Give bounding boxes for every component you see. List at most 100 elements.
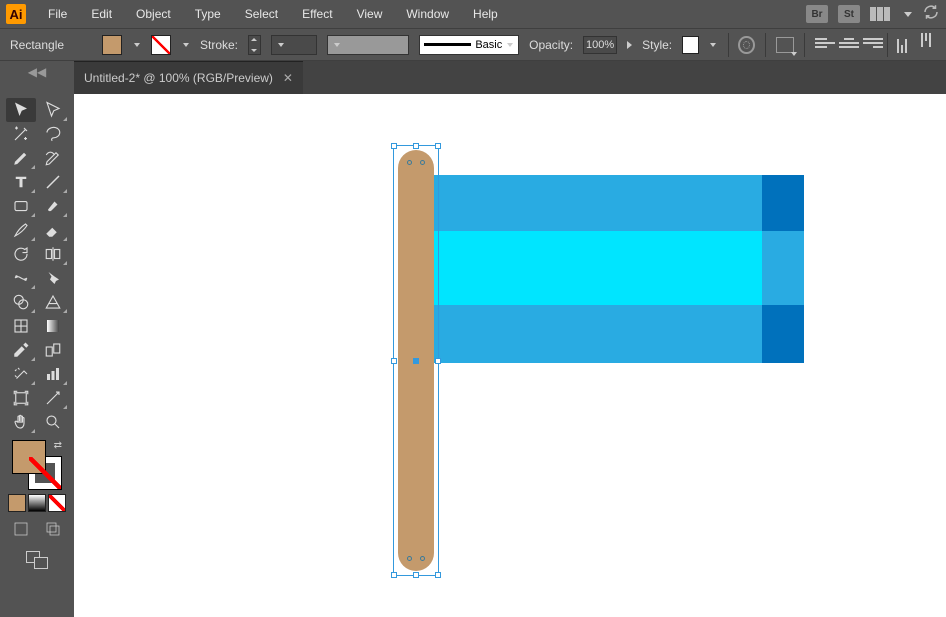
document-tab-title: Untitled-2* @ 100% (RGB/Preview) [84, 71, 273, 85]
draw-normal-icon[interactable] [12, 520, 30, 541]
flag-stripe-middle[interactable] [434, 231, 802, 305]
close-tab-icon[interactable]: ✕ [283, 71, 293, 85]
menu-type[interactable]: Type [183, 1, 233, 27]
align-vcenter-button[interactable] [916, 33, 936, 53]
opacity-flyout-icon[interactable] [627, 41, 632, 49]
stock-icon[interactable]: St [838, 5, 860, 23]
selection-tool[interactable] [6, 98, 36, 122]
slice-tool[interactable] [38, 386, 68, 410]
perspective-tool[interactable] [38, 290, 68, 314]
opacity-input[interactable] [583, 36, 617, 54]
stroke-swatch[interactable] [151, 35, 171, 55]
width-tool[interactable] [6, 266, 36, 290]
align-top-button[interactable] [892, 33, 912, 53]
fill-stroke-control[interactable]: ⇄ [12, 440, 62, 490]
color-mode-gradient[interactable] [28, 494, 46, 512]
flag-stripe-top[interactable] [434, 175, 802, 231]
reflect-tool[interactable] [38, 242, 68, 266]
shape-builder-tool[interactable] [6, 290, 36, 314]
type-tool[interactable] [6, 170, 36, 194]
corner-widget-icon[interactable] [420, 556, 425, 561]
rotate-tool[interactable] [6, 242, 36, 266]
graphic-style-swatch[interactable] [682, 36, 698, 54]
resize-handle[interactable] [391, 358, 397, 364]
graph-tool[interactable] [38, 362, 68, 386]
bridge-icon[interactable]: Br [806, 5, 828, 23]
align-to-icon[interactable] [776, 37, 794, 53]
screen-mode-icon[interactable] [26, 551, 48, 569]
eyedropper-tool[interactable] [6, 338, 36, 362]
arrange-dropdown-icon[interactable] [904, 12, 912, 17]
fill-dropdown[interactable] [132, 37, 141, 53]
variable-width-select[interactable] [327, 35, 409, 55]
menu-bar: Ai File Edit Object Type Select Effect V… [0, 0, 946, 28]
align-left-button[interactable] [815, 33, 835, 53]
corner-widget-icon[interactable] [407, 556, 412, 561]
brush-definition-select[interactable]: Basic [419, 35, 519, 55]
corner-widget-icon[interactable] [407, 160, 412, 165]
selection-type-label: Rectangle [10, 38, 64, 52]
pen-tool[interactable] [6, 146, 36, 170]
menu-view[interactable]: View [345, 1, 395, 27]
color-mode-solid[interactable] [8, 494, 26, 512]
flag-stripe-bottom-end[interactable] [762, 305, 804, 363]
stroke-profile-select[interactable] [271, 35, 317, 55]
gradient-tool[interactable] [38, 314, 68, 338]
flag-pole-rectangle[interactable] [398, 150, 434, 571]
menu-help[interactable]: Help [461, 1, 510, 27]
lasso-tool[interactable] [38, 122, 68, 146]
flag-stripe-middle-end[interactable] [762, 231, 804, 305]
menu-file[interactable]: File [36, 1, 79, 27]
resize-handle[interactable] [391, 572, 397, 578]
eraser-tool[interactable] [38, 218, 68, 242]
stroke-weight-stepper[interactable] [248, 35, 261, 55]
resize-handle[interactable] [435, 143, 441, 149]
curvature-tool[interactable] [38, 146, 68, 170]
symbol-sprayer-tool[interactable] [6, 362, 36, 386]
resize-handle[interactable] [413, 572, 419, 578]
hand-tool[interactable] [6, 410, 36, 434]
flag-stripe-bottom[interactable] [434, 305, 802, 363]
resize-handle[interactable] [391, 143, 397, 149]
zoom-tool[interactable] [38, 410, 68, 434]
canvas-area[interactable] [74, 94, 946, 617]
sync-icon[interactable] [922, 3, 940, 26]
style-label: Style: [642, 38, 672, 52]
menu-object[interactable]: Object [124, 1, 183, 27]
control-bar: Rectangle Stroke: Basic Opacity: Style: [0, 28, 946, 61]
fill-swatch[interactable] [102, 35, 122, 55]
pencil-tool[interactable] [6, 218, 36, 242]
menu-edit[interactable]: Edit [79, 1, 124, 27]
corner-widget-icon[interactable] [420, 160, 425, 165]
align-hcenter-button[interactable] [839, 33, 859, 53]
document-tab[interactable]: Untitled-2* @ 100% (RGB/Preview) ✕ [74, 61, 303, 94]
flag-stripe-top-end[interactable] [762, 175, 804, 231]
menu-select[interactable]: Select [233, 1, 290, 27]
swap-fill-stroke-icon[interactable]: ⇄ [54, 440, 62, 451]
arrange-documents-button[interactable] [870, 7, 890, 21]
graphic-style-dropdown[interactable] [709, 37, 718, 53]
app-logo: Ai [6, 4, 26, 24]
mesh-tool[interactable] [6, 314, 36, 338]
align-group [815, 33, 936, 57]
menu-window[interactable]: Window [394, 1, 461, 27]
menu-effect[interactable]: Effect [290, 1, 344, 27]
toolbar-collapse-toggle[interactable]: ◀◀ [0, 61, 74, 94]
artboard [74, 94, 946, 617]
paintbrush-tool[interactable] [38, 194, 68, 218]
draw-behind-icon[interactable] [44, 520, 62, 541]
direct-selection-tool[interactable] [38, 98, 68, 122]
resize-handle[interactable] [435, 572, 441, 578]
blend-tool[interactable] [38, 338, 68, 362]
line-tool[interactable] [38, 170, 68, 194]
stroke-dropdown[interactable] [181, 37, 190, 53]
magic-wand-tool[interactable] [6, 122, 36, 146]
stroke-color-icon[interactable] [28, 456, 62, 490]
rectangle-tool[interactable] [6, 194, 36, 218]
recolor-icon[interactable] [738, 36, 755, 54]
puppet-tool[interactable] [38, 266, 68, 290]
align-right-button[interactable] [863, 33, 883, 53]
resize-handle[interactable] [413, 143, 419, 149]
color-mode-none[interactable] [48, 494, 66, 512]
artboard-tool[interactable] [6, 386, 36, 410]
